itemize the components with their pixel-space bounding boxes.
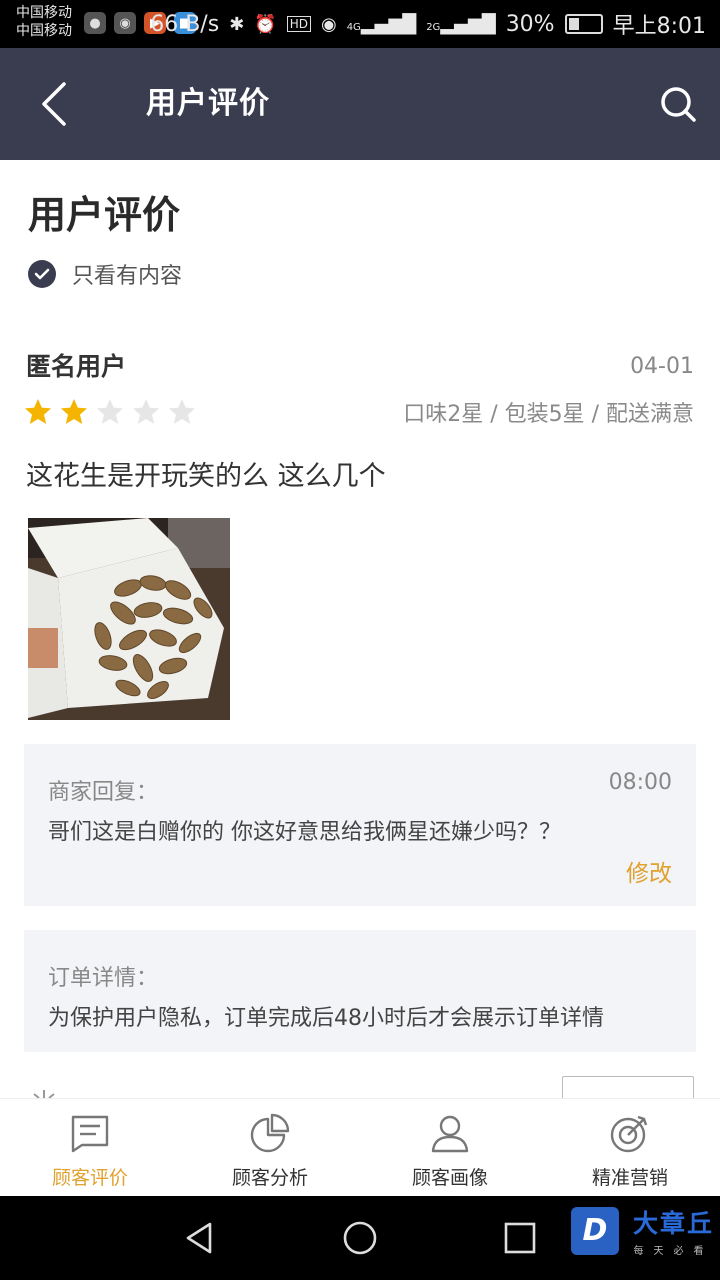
person-icon xyxy=(431,1115,469,1153)
system-recents-icon[interactable] xyxy=(500,1218,540,1258)
back-arrow-icon xyxy=(42,82,66,126)
bluetooth-icon: ✱ xyxy=(229,13,245,35)
rating-detail: 口味2星 / 包装5星 / 配送满意 xyxy=(403,402,694,427)
review-date: 04-01 xyxy=(630,354,694,379)
signal-2g-label: 2G xyxy=(426,21,441,33)
reply-time: 08:00 xyxy=(608,770,672,795)
watermark-title: 大章丘 xyxy=(632,1209,714,1238)
order-details: 订单详情： 为保护用户隐私，订单完成后48小时后才会展示订单详情 xyxy=(24,930,696,1052)
nav-label: 顾客画像 xyxy=(411,1167,488,1189)
watermark-subtitle: 每天必看 xyxy=(633,1246,714,1257)
star-empty-icon xyxy=(97,399,123,424)
page-title: 用户评价 xyxy=(28,193,181,237)
app-header: 用户评价 xyxy=(0,48,720,160)
peanut-photo-image xyxy=(28,518,230,720)
merchant-reply: 商家回复： 08:00 哥们这是白赠你的 你这好意思给我俩星还嫌少吗？？ 修改 xyxy=(24,744,696,906)
pie-chart-icon xyxy=(250,1113,290,1153)
eye-icon: ◉ xyxy=(320,13,337,35)
nav-customer-reviews[interactable]: 顾客评价 xyxy=(0,1099,180,1196)
reviewer-name: 匿名用户 xyxy=(26,352,127,381)
battery-icon xyxy=(564,14,603,34)
target-icon xyxy=(610,1115,648,1153)
check-icon xyxy=(34,268,50,280)
battery-percent: 30% xyxy=(505,11,555,37)
signal-4g-icon: 4G▂▄▆█ xyxy=(346,13,417,35)
star-filled-icon xyxy=(61,399,87,424)
back-button[interactable] xyxy=(30,76,86,132)
hd-icon: HD xyxy=(286,16,311,32)
watermark-logo: D 大章丘 每天必看 xyxy=(570,1204,714,1257)
next-item-partial xyxy=(0,1070,720,1100)
watermark-text: 大章丘 每天必看 xyxy=(633,1204,714,1257)
bottom-nav: 顾客评价 顾客分析 顾客画像 精准营销 xyxy=(0,1098,720,1196)
system-home-icon[interactable] xyxy=(340,1218,380,1258)
filter-label: 只看有内容 xyxy=(72,264,183,289)
checkbox-checked[interactable] xyxy=(28,260,56,288)
search-button[interactable] xyxy=(654,80,702,128)
nav-customer-analysis[interactable]: 顾客分析 xyxy=(180,1099,360,1196)
header-title: 用户评价 xyxy=(146,86,270,121)
net-speed: 66 B/s xyxy=(150,11,220,37)
signal-2g-icon: 2G▂▄▆█ xyxy=(426,13,496,35)
nav-customer-profile[interactable]: 顾客画像 xyxy=(360,1099,540,1196)
nav-label: 精准营销 xyxy=(591,1167,668,1189)
review-icon xyxy=(71,1115,109,1153)
carrier-labels: 中国移动 中国移动 xyxy=(16,4,72,40)
partial-button[interactable] xyxy=(562,1076,694,1100)
status-bar: 中国移动 中国移动 ● ◉ ▶ ■ 66 B/s ✱ ⏰ HD ◉ 4G▂▄▆█… xyxy=(0,0,720,48)
content-only-filter[interactable]: 只看有内容 xyxy=(28,258,182,290)
carrier-1: 中国移动 xyxy=(16,5,72,21)
watermark-logo-mark: D xyxy=(570,1206,619,1255)
carrier-2: 中国移动 xyxy=(16,23,72,39)
order-label: 订单详情： xyxy=(48,966,159,991)
order-text: 为保护用户隐私，订单完成后48小时后才会展示订单详情 xyxy=(48,1006,604,1031)
nav-precision-marketing[interactable]: 精准营销 xyxy=(540,1099,720,1196)
system-nav-bar: D 大章丘 每天必看 xyxy=(0,1196,720,1280)
star-empty-icon xyxy=(133,399,159,424)
reply-label: 商家回复： xyxy=(48,780,159,805)
search-icon xyxy=(661,87,696,122)
edit-reply-button[interactable]: 修改 xyxy=(626,854,672,888)
review-text: 这花生是开玩笑的么 这么几个 xyxy=(26,461,386,492)
wechat-icon: ● xyxy=(84,12,106,34)
message-icon: ◉ xyxy=(114,12,136,34)
clock: 早上8:01 xyxy=(612,14,706,39)
star-filled-icon xyxy=(25,399,51,424)
star-rating xyxy=(24,398,196,426)
signal-4g-label: 4G xyxy=(346,21,361,33)
star-empty-icon xyxy=(169,399,195,424)
status-indicators: 66 B/s ✱ ⏰ HD ◉ 4G▂▄▆█ 2G▂▄▆█ 30% 早上8:01 xyxy=(150,8,706,40)
reply-text: 哥们这是白赠你的 你这好意思给我俩星还嫌少吗？？ xyxy=(48,820,561,845)
alarm-icon: ⏰ xyxy=(254,13,277,35)
system-back-icon[interactable] xyxy=(180,1218,220,1258)
nav-label: 顾客评价 xyxy=(51,1167,128,1189)
nav-label: 顾客分析 xyxy=(231,1167,308,1189)
review-photo[interactable] xyxy=(28,518,230,720)
